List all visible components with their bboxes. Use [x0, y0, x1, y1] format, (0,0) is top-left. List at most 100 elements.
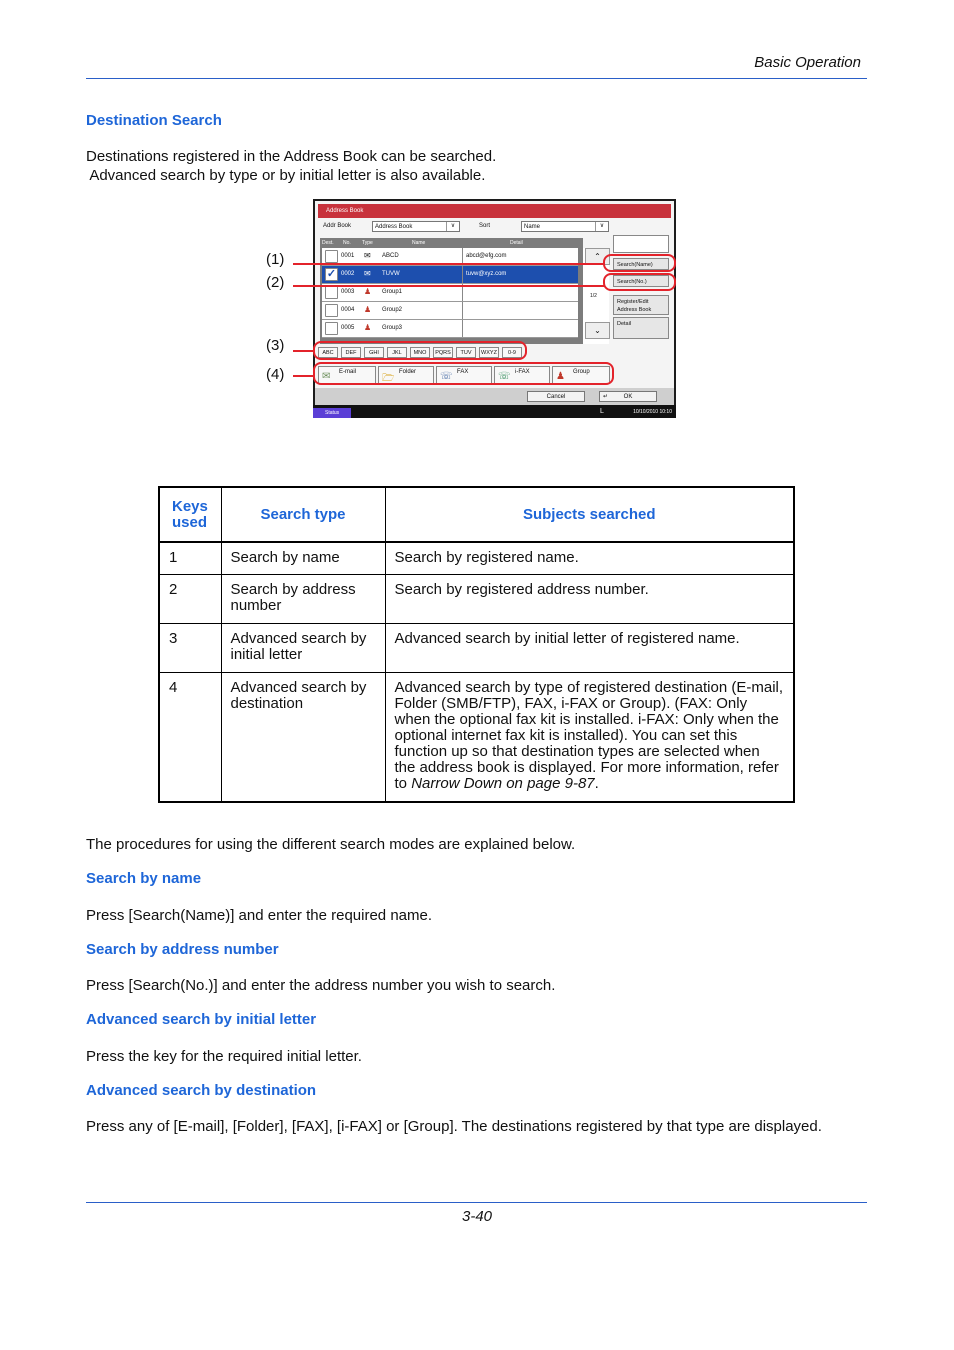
enter-icon: ↵	[603, 394, 609, 400]
register-edit-label-1: Register/Edit	[617, 299, 649, 305]
group-icon: ♟	[364, 323, 372, 332]
intro-line-2: Advanced search by type or by initial le…	[86, 167, 486, 184]
footer-rule	[86, 1202, 867, 1203]
row-number: 0002	[341, 271, 355, 277]
chevron-down-icon: ∨	[595, 222, 608, 231]
table-row: 2 Search by address number Search by reg…	[158, 574, 795, 624]
callout-line-1	[293, 263, 605, 265]
list-header: Dest. No. Type Name Detail	[320, 238, 583, 248]
addr-book-dropdown[interactable]: Address Book ∨	[372, 221, 460, 232]
checkbox[interactable]	[325, 250, 338, 263]
addr-book-value: Address Book	[375, 224, 413, 230]
header-subjects: Subjects searched	[384, 486, 795, 543]
section-text: Press [Search(No.)] and enter the addres…	[86, 977, 556, 994]
checkbox[interactable]	[325, 304, 338, 317]
list-row[interactable]: 0004 ♟ Group2	[322, 302, 578, 320]
address-book-screenshot: Address Book Addr Book Address Book ∨ So…	[313, 199, 676, 418]
row-name: TUVW	[382, 271, 400, 277]
cell-type: Search by address number	[220, 574, 386, 624]
ok-button[interactable]: ↵ OK	[599, 391, 657, 402]
scroll-down-button[interactable]: ⌄	[585, 322, 610, 339]
table-row: 4 Advanced search by destination Advance…	[158, 672, 795, 803]
register-edit-label-2: Address Book	[617, 307, 652, 313]
destination-list: Dest. No. Type Name Detail 0001 ✉ ABCD a…	[320, 238, 583, 344]
callout-ring-4	[313, 362, 614, 385]
bottom-bar: Cancel ↵ OK	[315, 388, 674, 405]
col-no: No.	[343, 240, 351, 246]
header-search-type: Search type	[220, 486, 386, 543]
col-name: Name	[412, 240, 426, 246]
row-name: ABCD	[382, 253, 399, 259]
cell-subject: Search by registered address number.	[384, 574, 795, 624]
row-number: 0001	[341, 253, 355, 259]
col-detail: Detail	[510, 240, 523, 246]
cell-key: 1	[158, 541, 222, 575]
sort-dropdown[interactable]: Name ∨	[521, 221, 609, 232]
cell-type: Advanced search by initial letter	[220, 623, 386, 673]
section-heading: Search by address number	[86, 941, 279, 958]
row-name: Group2	[382, 307, 403, 313]
section-heading: Advanced search by initial letter	[86, 1011, 317, 1028]
page-number: 3-40	[461, 1208, 493, 1225]
callout-label-3: (3)	[266, 337, 285, 354]
row-name: Group1	[382, 289, 403, 295]
ok-label: OK	[623, 394, 633, 400]
row-detail: tuvw@xyz.com	[462, 266, 506, 283]
section-heading: Advanced search by destination	[86, 1082, 317, 1099]
detail-button[interactable]: Detail	[613, 317, 669, 339]
datetime: 10/10/2010 10:10	[633, 409, 672, 415]
row-name: Group3	[382, 325, 403, 331]
callout-label-1: (1)	[266, 251, 285, 268]
register-edit-button[interactable]: Register/Edit Address Book	[613, 295, 669, 315]
callout-line-4	[293, 375, 314, 377]
row-number: 0003	[341, 289, 355, 295]
cell-key: 4	[158, 672, 222, 803]
header-rule	[86, 78, 867, 79]
cell-type: Search by name	[220, 541, 386, 575]
col-dest: Dest.	[322, 240, 334, 246]
status-indicator: L	[600, 408, 604, 415]
search-result-box	[613, 235, 669, 253]
row-number: 0004	[341, 307, 355, 313]
cell-subject: Advanced search by initial letter of reg…	[384, 623, 795, 673]
procedures-intro: The procedures for using the different s…	[86, 836, 576, 853]
checkbox[interactable]	[325, 322, 338, 335]
cell-type: Advanced search by destination	[220, 672, 386, 803]
chevron-down-icon: ∨	[446, 222, 459, 231]
status-button[interactable]: Status	[313, 408, 351, 418]
cancel-button[interactable]: Cancel	[527, 391, 585, 402]
callout-ring-2	[603, 273, 676, 291]
cross-reference-link[interactable]: Narrow Down on page 9-87	[411, 775, 594, 792]
addr-book-label: Addr Book	[323, 223, 352, 229]
callout-line-2	[293, 285, 605, 287]
list-row-selected[interactable]: ✓ 0002 ✉ TUVW tuvw@xyz.com	[322, 266, 578, 284]
status-bar: Status L 10/10/2010 10:10	[313, 405, 676, 418]
col-type: Type	[362, 240, 373, 246]
search-keys-table: Keys used Search type Subjects searched …	[158, 486, 795, 803]
checkbox-checked[interactable]: ✓	[325, 268, 338, 281]
subject-end: .	[594, 775, 599, 792]
checkbox[interactable]	[325, 286, 338, 299]
callout-ring-1	[603, 254, 676, 272]
section-text: Press any of [E-mail], [Folder], [FAX], …	[86, 1118, 822, 1135]
intro-line-1: Destinations registered in the Address B…	[86, 148, 497, 165]
list-row[interactable]: 0005 ♟ Group3	[322, 320, 578, 338]
section-text: Press the key for the required initial l…	[86, 1048, 362, 1065]
table-row: 1 Search by name Search by registered na…	[158, 541, 795, 575]
cell-subject: Search by registered name.	[384, 541, 795, 575]
sort-label: Sort	[479, 223, 491, 229]
email-icon: ✉	[364, 251, 371, 260]
cell-key: 3	[158, 623, 222, 673]
callout-line-3	[293, 350, 314, 352]
page-heading: Destination Search	[86, 112, 222, 129]
window-title: Address Book	[318, 204, 671, 218]
table-row: 3 Advanced search by initial letter Adva…	[158, 623, 795, 673]
section-title: Basic Operation	[754, 54, 861, 71]
header-keys-used: Keys used	[158, 486, 222, 543]
group-icon: ♟	[364, 305, 372, 314]
callout-label-4: (4)	[266, 366, 285, 383]
cell-key: 2	[158, 574, 222, 624]
callout-ring-3	[313, 341, 527, 360]
cell-subject: Advanced search by type of registered de…	[384, 672, 795, 803]
row-detail	[462, 302, 466, 319]
